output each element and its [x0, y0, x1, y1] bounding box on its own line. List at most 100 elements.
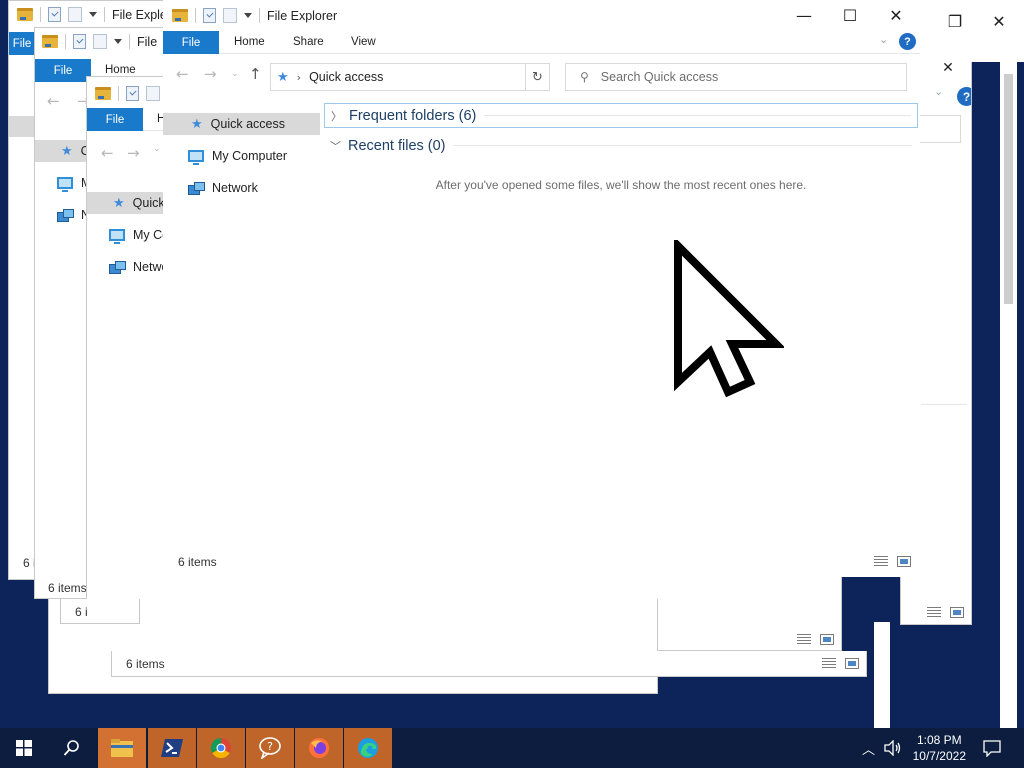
window-title: File: [137, 34, 158, 49]
clock[interactable]: 1:08 PM 10/7/2022: [913, 732, 966, 764]
search-button[interactable]: [48, 728, 96, 768]
recent-locations-icon[interactable]: ⌄: [153, 144, 161, 154]
powershell-icon: [161, 739, 183, 757]
star-icon: ★: [277, 69, 289, 85]
taskbar-app-chrome[interactable]: [197, 728, 245, 768]
forward-arrow-icon[interactable]: →: [204, 65, 217, 83]
chevron-right-icon: 〉: [331, 109, 342, 123]
large-icons-view-icon[interactable]: [897, 556, 911, 567]
breadcrumb-chevron-icon[interactable]: ›: [297, 71, 301, 84]
minimize-button[interactable]: —: [781, 0, 827, 30]
refresh-icon: ↻: [532, 69, 543, 85]
details-view-icon[interactable]: [874, 556, 888, 567]
close-button[interactable]: ✕: [976, 6, 1022, 36]
file-tab[interactable]: File: [87, 108, 143, 131]
sidebar-item-quick-access[interactable]: ★ Quick: [87, 192, 167, 214]
tab-view[interactable]: View: [351, 36, 376, 48]
properties-icon[interactable]: [203, 8, 216, 23]
explorer-window-main[interactable]: File Explorer — ☐ ✕ File Home Share View…: [163, 0, 920, 577]
computer-icon: [188, 150, 204, 165]
address-bar[interactable]: ★ › Quick access ⌄: [270, 63, 550, 91]
chevron-down-icon[interactable]: ⌄: [934, 85, 943, 98]
window-titlebar[interactable]: File: [35, 28, 163, 59]
network-icon: [188, 181, 205, 195]
properties-icon[interactable]: [126, 86, 139, 101]
new-folder-icon[interactable]: [223, 8, 237, 23]
large-icons-view-icon[interactable]: [845, 658, 859, 669]
large-icons-view-icon[interactable]: [820, 634, 834, 645]
new-folder-icon[interactable]: [68, 7, 82, 22]
start-button[interactable]: [0, 728, 48, 768]
details-view-icon[interactable]: [822, 658, 836, 669]
tab-share[interactable]: Share: [293, 36, 324, 48]
restore-button[interactable]: ❐: [932, 6, 978, 36]
recent-locations-icon[interactable]: ⌄: [231, 69, 239, 79]
help-icon[interactable]: ?: [957, 87, 971, 106]
large-icons-view-icon[interactable]: [950, 607, 964, 618]
details-view-icon[interactable]: [797, 634, 811, 645]
refresh-button[interactable]: ↻: [525, 63, 550, 91]
window-titlebar[interactable]: File Explorer — ☐ ✕: [163, 0, 920, 31]
chevron-down-icon[interactable]: [114, 39, 122, 44]
volume-icon[interactable]: [884, 740, 902, 756]
explorer-window-background-7[interactable]: 6 items: [111, 651, 867, 677]
windows-logo-icon: [16, 740, 32, 756]
scrollbar[interactable]: [1000, 62, 1017, 728]
tab-home[interactable]: Home: [105, 64, 136, 76]
section-divider: [484, 115, 911, 116]
search-input[interactable]: [919, 115, 961, 143]
new-folder-icon[interactable]: [93, 34, 107, 49]
sidebar-item-network[interactable]: Network: [163, 177, 258, 199]
up-arrow-icon[interactable]: ↑: [249, 65, 262, 83]
back-arrow-icon[interactable]: ←: [176, 65, 189, 83]
details-view-icon[interactable]: [927, 607, 941, 618]
back-arrow-icon[interactable]: ←: [47, 92, 60, 110]
clock-date: 10/7/2022: [912, 749, 966, 763]
properties-icon[interactable]: [73, 34, 86, 49]
taskbar-app-file-explorer[interactable]: [98, 728, 146, 768]
status-item-count: 6 items: [126, 657, 165, 671]
chevron-down-icon[interactable]: [244, 13, 252, 18]
file-tab[interactable]: File: [9, 32, 35, 55]
chevron-down-icon[interactable]: [89, 12, 97, 17]
file-tab[interactable]: File: [35, 59, 91, 82]
sidebar-item-network[interactable]: Netwo: [87, 256, 168, 278]
section-frequent-folders[interactable]: 〉 Frequent folders (6): [324, 103, 918, 128]
back-arrow-icon[interactable]: ←: [101, 144, 114, 162]
explorer-window-background-6[interactable]: 6 i: [48, 599, 658, 694]
search-input[interactable]: ⚲ Search Quick access: [565, 63, 907, 91]
sidebar-item-my-computer[interactable]: My Computer: [163, 145, 287, 167]
ribbon: File Home Share View ⌄ ?: [163, 31, 920, 54]
new-folder-icon[interactable]: [146, 86, 160, 101]
sidebar-item-my-computer[interactable]: My Co: [87, 224, 169, 246]
sidebar-item-my-computer[interactable]: M: [35, 172, 91, 194]
separator: [259, 8, 260, 23]
sidebar-item-network[interactable]: N: [35, 204, 90, 226]
file-tab[interactable]: File: [163, 31, 219, 54]
section-recent-files[interactable]: ﹀ Recent files (0): [324, 133, 918, 158]
action-center-icon[interactable]: [983, 739, 1001, 757]
taskbar-app-firefox[interactable]: [295, 728, 343, 768]
star-icon: ★: [191, 116, 203, 132]
close-button[interactable]: ✕: [873, 0, 919, 30]
taskbar-app-get-help[interactable]: ?: [246, 728, 294, 768]
computer-icon: [57, 177, 73, 192]
scrollbar-thumb[interactable]: [1004, 74, 1013, 304]
window-title: File Explorer: [267, 8, 338, 23]
forward-arrow-icon[interactable]: →: [127, 144, 140, 162]
chevron-down-icon: ﹀: [330, 139, 341, 153]
sidebar-item-label: Network: [212, 181, 258, 195]
taskbar-app-edge[interactable]: [344, 728, 392, 768]
section-divider: [453, 145, 912, 146]
svg-text:?: ?: [267, 740, 273, 753]
properties-icon[interactable]: [48, 7, 61, 22]
computer-icon: [109, 229, 125, 244]
help-icon[interactable]: ?: [899, 33, 916, 50]
tab-home[interactable]: Home: [234, 36, 265, 48]
maximize-button[interactable]: ☐: [827, 0, 873, 30]
taskbar-app-powershell[interactable]: [148, 728, 196, 768]
show-hidden-icons-icon[interactable]: ︿: [862, 739, 875, 758]
explorer-window-background-4[interactable]: ❐ ✕: [920, 0, 1024, 62]
sidebar-item-quick-access[interactable]: ★ Quick access: [163, 113, 320, 135]
expand-ribbon-icon[interactable]: ⌄: [879, 33, 888, 46]
